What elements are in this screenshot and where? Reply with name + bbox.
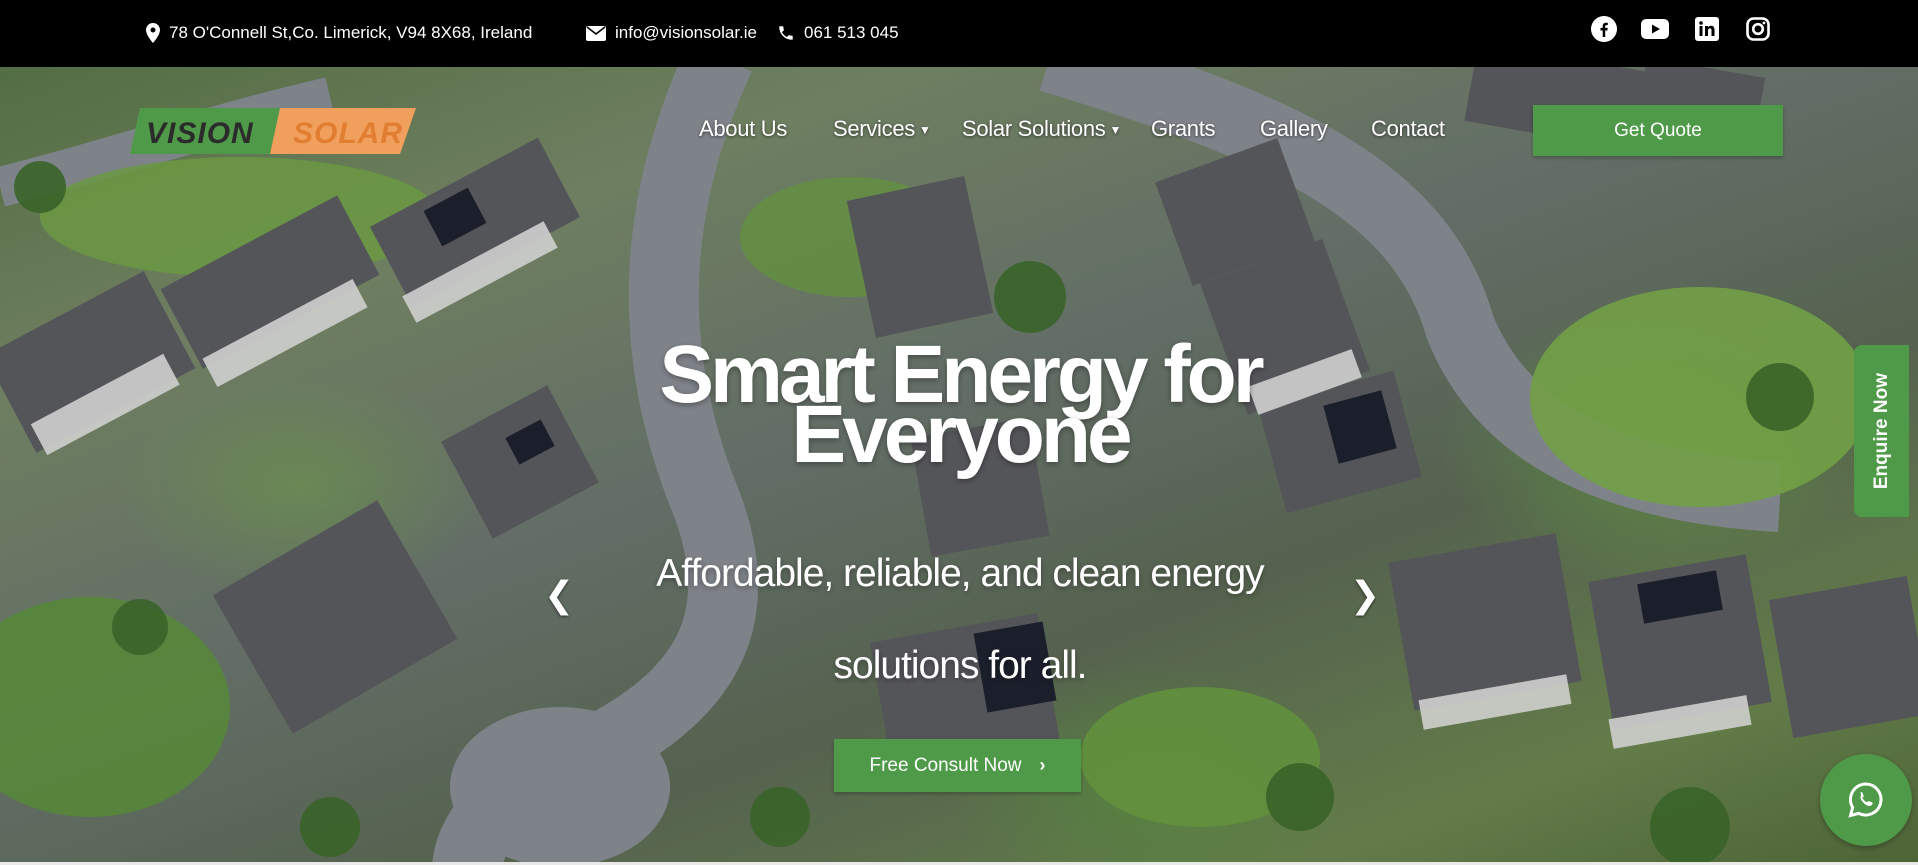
map-pin-icon: [146, 23, 160, 43]
enquire-now-label: Enquire Now: [1870, 372, 1892, 490]
top-bar: 78 O'Connell St,Co. Limerick, V94 8X68, …: [0, 0, 1918, 67]
svg-text:VISION: VISION: [146, 117, 254, 150]
envelope-icon: [586, 25, 606, 41]
hero-subtitle-line-1: Affordable, reliable, and clean energy: [656, 552, 1264, 595]
nav-contact[interactable]: Contact: [1371, 116, 1445, 142]
instagram-icon[interactable]: [1743, 14, 1773, 44]
slider-prev-arrow-icon[interactable]: ❮: [544, 575, 574, 615]
get-quote-button[interactable]: Get Quote: [1533, 105, 1783, 156]
address-text: 78 O'Connell St,Co. Limerick, V94 8X68, …: [169, 23, 533, 42]
hero-subtitle: Affordable, reliable, and clean energy s…: [560, 528, 1360, 712]
youtube-icon[interactable]: [1640, 14, 1670, 44]
facebook-icon[interactable]: [1589, 14, 1619, 44]
nav-about-us[interactable]: About Us: [699, 116, 787, 142]
nav-services[interactable]: Services ▼: [833, 116, 931, 142]
free-consult-button[interactable]: Free Consult Now ›: [834, 739, 1081, 792]
chevron-down-icon: ▼: [918, 123, 931, 138]
phone-link[interactable]: 061 513 045: [777, 20, 899, 46]
email-text[interactable]: info@visionsolar.ie: [615, 23, 757, 43]
phone-text[interactable]: 061 513 045: [804, 23, 899, 43]
nav-solar-solutions[interactable]: Solar Solutions ▼: [962, 116, 1121, 142]
chevron-down-icon: ▼: [1109, 123, 1122, 138]
nav-solar-solutions-label: Solar Solutions: [962, 116, 1106, 141]
chevron-right-icon: ›: [1039, 755, 1046, 775]
slider-next-arrow-icon[interactable]: ❯: [1350, 575, 1380, 615]
svg-text:SOLAR: SOLAR: [293, 117, 403, 150]
whatsapp-button[interactable]: [1820, 754, 1912, 846]
nav-grants[interactable]: Grants: [1151, 116, 1216, 142]
enquire-now-tab[interactable]: Enquire Now: [1854, 345, 1909, 517]
free-consult-label: Free Consult Now: [869, 754, 1022, 776]
vision-solar-logo[interactable]: VISION SOLAR: [130, 108, 416, 154]
hero-title: Smart Energy for Everyone: [560, 334, 1360, 476]
nav-gallery[interactable]: Gallery: [1260, 116, 1328, 142]
nav-services-label: Services: [833, 116, 915, 141]
address-info: 78 O'Connell St,Co. Limerick, V94 8X68, …: [146, 20, 532, 46]
email-link[interactable]: info@visionsolar.ie: [586, 20, 757, 46]
hero-subtitle-line-2: solutions for all.: [833, 644, 1088, 687]
linkedin-icon[interactable]: [1692, 14, 1722, 44]
phone-icon: [779, 26, 793, 40]
whatsapp-icon: [1848, 782, 1883, 818]
